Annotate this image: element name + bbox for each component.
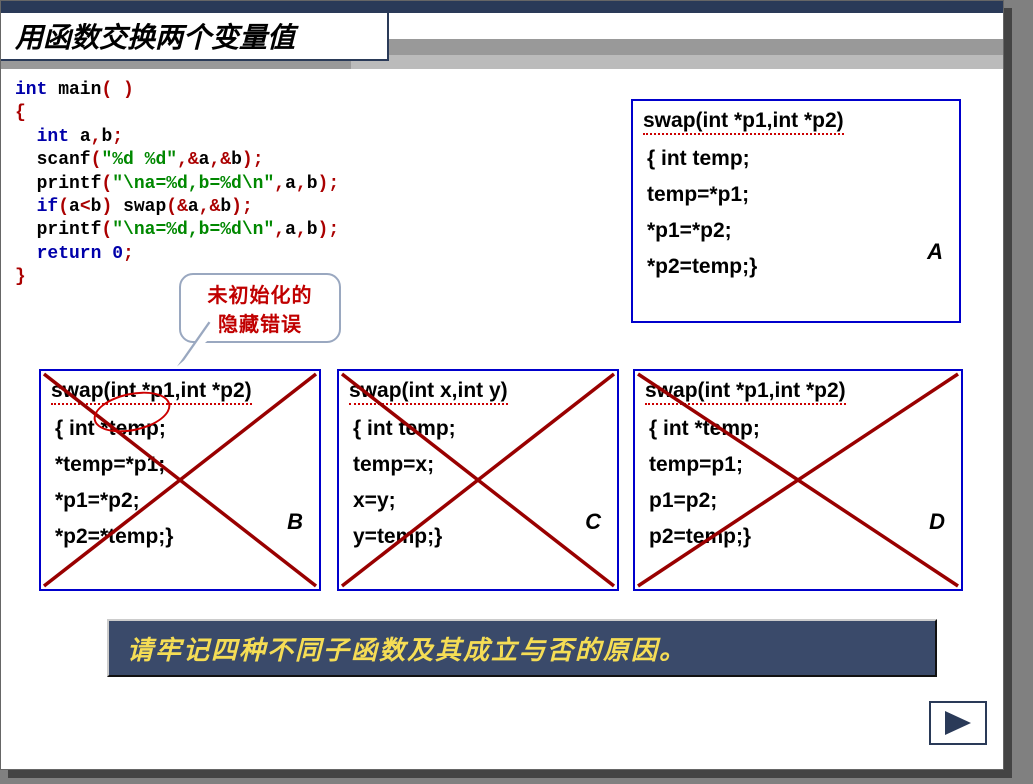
label-a: A xyxy=(927,239,943,265)
code-box-a: swap(int *p1,int *p2) { int temp; temp=*… xyxy=(631,99,961,323)
code-box-c: swap(int x,int y) { int temp; temp=x; x=… xyxy=(337,369,619,591)
code-box-d: swap(int *p1,int *p2) { int *temp; temp=… xyxy=(633,369,963,591)
main-code: int main( ) { int a,b; scanf("%d %d",&a,… xyxy=(15,79,375,290)
slide: 用函数交换两个变量值 int main( ) { int a,b; scanf(… xyxy=(0,0,1004,770)
label-c: C xyxy=(585,509,601,535)
callout-line1: 未初始化的 xyxy=(208,279,313,308)
title-band-2 xyxy=(351,55,1003,69)
slide-title: 用函数交换两个变量值 xyxy=(1,13,389,61)
top-strip xyxy=(1,1,1003,13)
label-b: B xyxy=(287,509,303,535)
code-box-b: swap(int *p1,int *p2) { int *temp; *temp… xyxy=(39,369,321,591)
callout-line2: 隐藏错误 xyxy=(218,308,302,337)
label-d: D xyxy=(929,509,945,535)
arrow-right-icon xyxy=(941,709,975,737)
footer-note: 请牢记四种不同子函数及其成立与否的原因。 xyxy=(107,619,937,677)
next-button[interactable] xyxy=(929,701,987,745)
